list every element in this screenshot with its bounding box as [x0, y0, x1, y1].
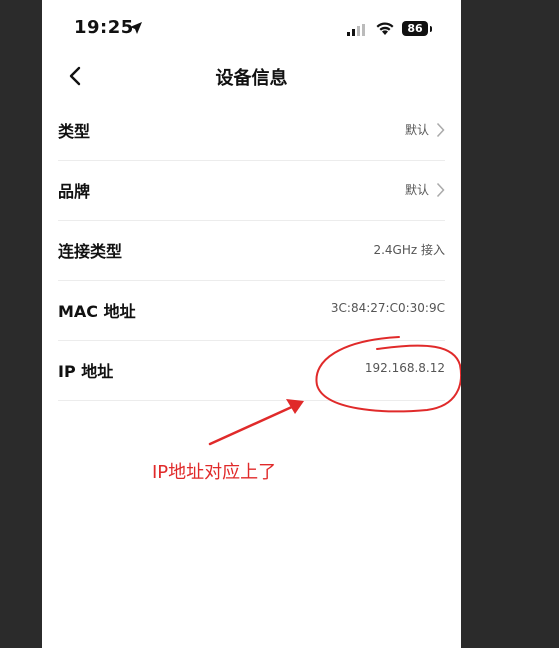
- annotation-arrow-head: [286, 399, 304, 414]
- annotation-arrow-line: [208, 404, 296, 446]
- annotation-text: IP地址对应上了: [152, 462, 277, 483]
- annotation-overlay: [208, 336, 461, 446]
- phone-screen: 19:25 86 设备信息 类型 默认 品牌 默认 连接类型 2.4GHz 接入: [42, 0, 461, 648]
- annotation-circle: [315, 336, 461, 413]
